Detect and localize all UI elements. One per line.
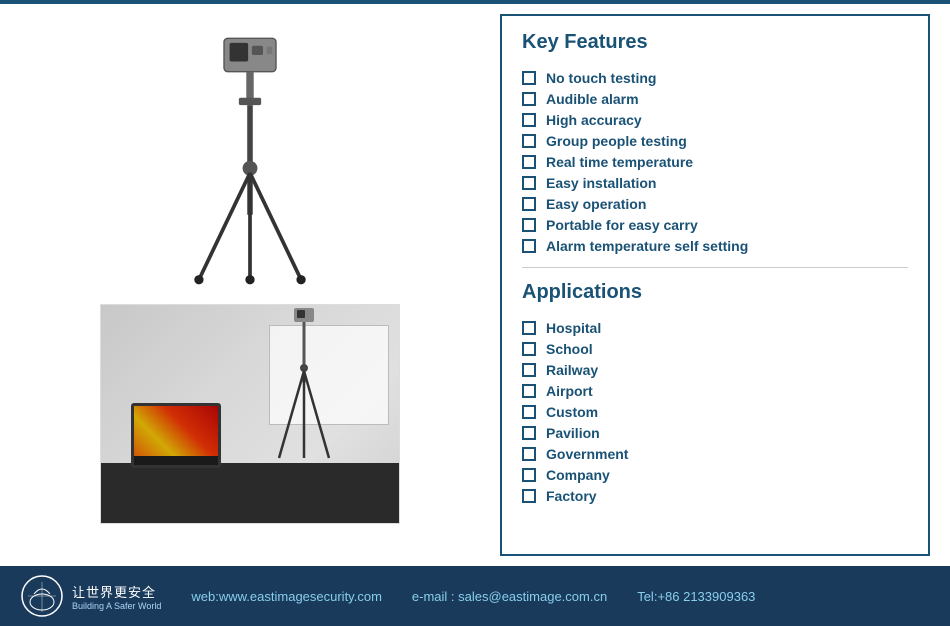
tel-value: +86 2133909363	[657, 589, 755, 604]
feature-text-8: Portable for easy carry	[546, 217, 698, 233]
monitor-desk	[131, 403, 221, 468]
application-list: Hospital School Railway Airport Custom P…	[522, 320, 908, 504]
feature-item-2: Audible alarm	[522, 91, 908, 107]
checkbox-icon	[522, 155, 536, 169]
email-value: sales@eastimage.com.cn	[458, 589, 607, 604]
app-text-4: Airport	[546, 383, 593, 399]
footer-logo: 让世界更安全 Building A Safer World	[20, 574, 161, 618]
feature-text-9: Alarm temperature self setting	[546, 238, 748, 254]
brand-chinese: 让世界更安全	[72, 582, 161, 601]
feature-item-7: Easy operation	[522, 196, 908, 212]
main-content: Key Features No touch testing Audible al…	[0, 4, 950, 566]
checkbox-icon	[522, 342, 536, 356]
checkbox-icon	[522, 426, 536, 440]
app-text-7: Government	[546, 446, 628, 462]
app-item-1: Hospital	[522, 320, 908, 336]
footer: 让世界更安全 Building A Safer World web:www.ea…	[0, 566, 950, 626]
applications-title: Applications	[522, 281, 908, 304]
checkbox-icon	[522, 239, 536, 253]
feature-text-7: Easy operation	[546, 196, 646, 212]
app-item-5: Custom	[522, 404, 908, 420]
room-image	[100, 304, 400, 524]
feature-text-5: Real time temperature	[546, 154, 693, 170]
checkbox-icon	[522, 92, 536, 106]
feature-list: No touch testing Audible alarm High accu…	[522, 70, 908, 254]
footer-tel: Tel:+86 2133909363	[637, 589, 755, 604]
feature-item-5: Real time temperature	[522, 154, 908, 170]
app-item-9: Factory	[522, 488, 908, 504]
email-label: e-mail :	[412, 589, 455, 604]
checkbox-icon	[522, 113, 536, 127]
checkbox-icon	[522, 363, 536, 377]
app-text-5: Custom	[546, 404, 598, 420]
room-scene	[101, 305, 399, 523]
app-item-2: School	[522, 341, 908, 357]
logo-icon	[20, 574, 64, 618]
footer-links: web:www.eastimagesecurity.com e-mail : s…	[191, 589, 755, 604]
checkbox-icon	[522, 218, 536, 232]
checkbox-icon	[522, 405, 536, 419]
monitor-screen	[134, 406, 218, 456]
app-item-6: Pavilion	[522, 425, 908, 441]
app-item-8: Company	[522, 467, 908, 483]
footer-brand-text: 让世界更安全 Building A Safer World	[72, 582, 161, 611]
checkbox-icon	[522, 489, 536, 503]
monitor	[131, 403, 221, 468]
app-text-6: Pavilion	[546, 425, 600, 441]
checkbox-icon	[522, 447, 536, 461]
checkbox-icon	[522, 176, 536, 190]
checkbox-icon	[522, 197, 536, 211]
app-text-3: Railway	[546, 362, 598, 378]
key-features-title: Key Features	[522, 31, 908, 54]
brand-tagline: Building A Safer World	[72, 601, 161, 611]
web-label: web:	[191, 589, 218, 604]
tripod-image	[135, 24, 365, 294]
feature-item-1: No touch testing	[522, 70, 908, 86]
feature-item-4: Group people testing	[522, 133, 908, 149]
checkbox-icon	[522, 134, 536, 148]
feature-text-6: Easy installation	[546, 175, 656, 191]
feature-item-6: Easy installation	[522, 175, 908, 191]
app-text-9: Factory	[546, 488, 597, 504]
feature-text-2: Audible alarm	[546, 91, 639, 107]
feature-item-9: Alarm temperature self setting	[522, 238, 908, 254]
feature-item-8: Portable for easy carry	[522, 217, 908, 233]
feature-text-1: No touch testing	[546, 70, 656, 86]
left-column	[20, 14, 480, 556]
right-column: Key Features No touch testing Audible al…	[500, 14, 930, 556]
tel-label: Tel:	[637, 589, 657, 604]
checkbox-icon	[522, 321, 536, 335]
app-item-7: Government	[522, 446, 908, 462]
checkbox-icon	[522, 468, 536, 482]
room-floor	[101, 463, 399, 523]
checkbox-icon	[522, 384, 536, 398]
feature-text-3: High accuracy	[546, 112, 642, 128]
app-item-3: Railway	[522, 362, 908, 378]
footer-web: web:www.eastimagesecurity.com	[191, 589, 382, 604]
app-text-8: Company	[546, 467, 610, 483]
app-text-1: Hospital	[546, 320, 601, 336]
tripod-in-room	[269, 304, 339, 468]
web-value: www.eastimagesecurity.com	[219, 589, 382, 604]
app-item-4: Airport	[522, 383, 908, 399]
footer-email: e-mail : sales@eastimage.com.cn	[412, 589, 607, 604]
divider	[522, 267, 908, 268]
checkbox-icon	[522, 71, 536, 85]
app-text-2: School	[546, 341, 593, 357]
tripod-svg	[150, 29, 350, 289]
feature-item-3: High accuracy	[522, 112, 908, 128]
feature-text-4: Group people testing	[546, 133, 687, 149]
